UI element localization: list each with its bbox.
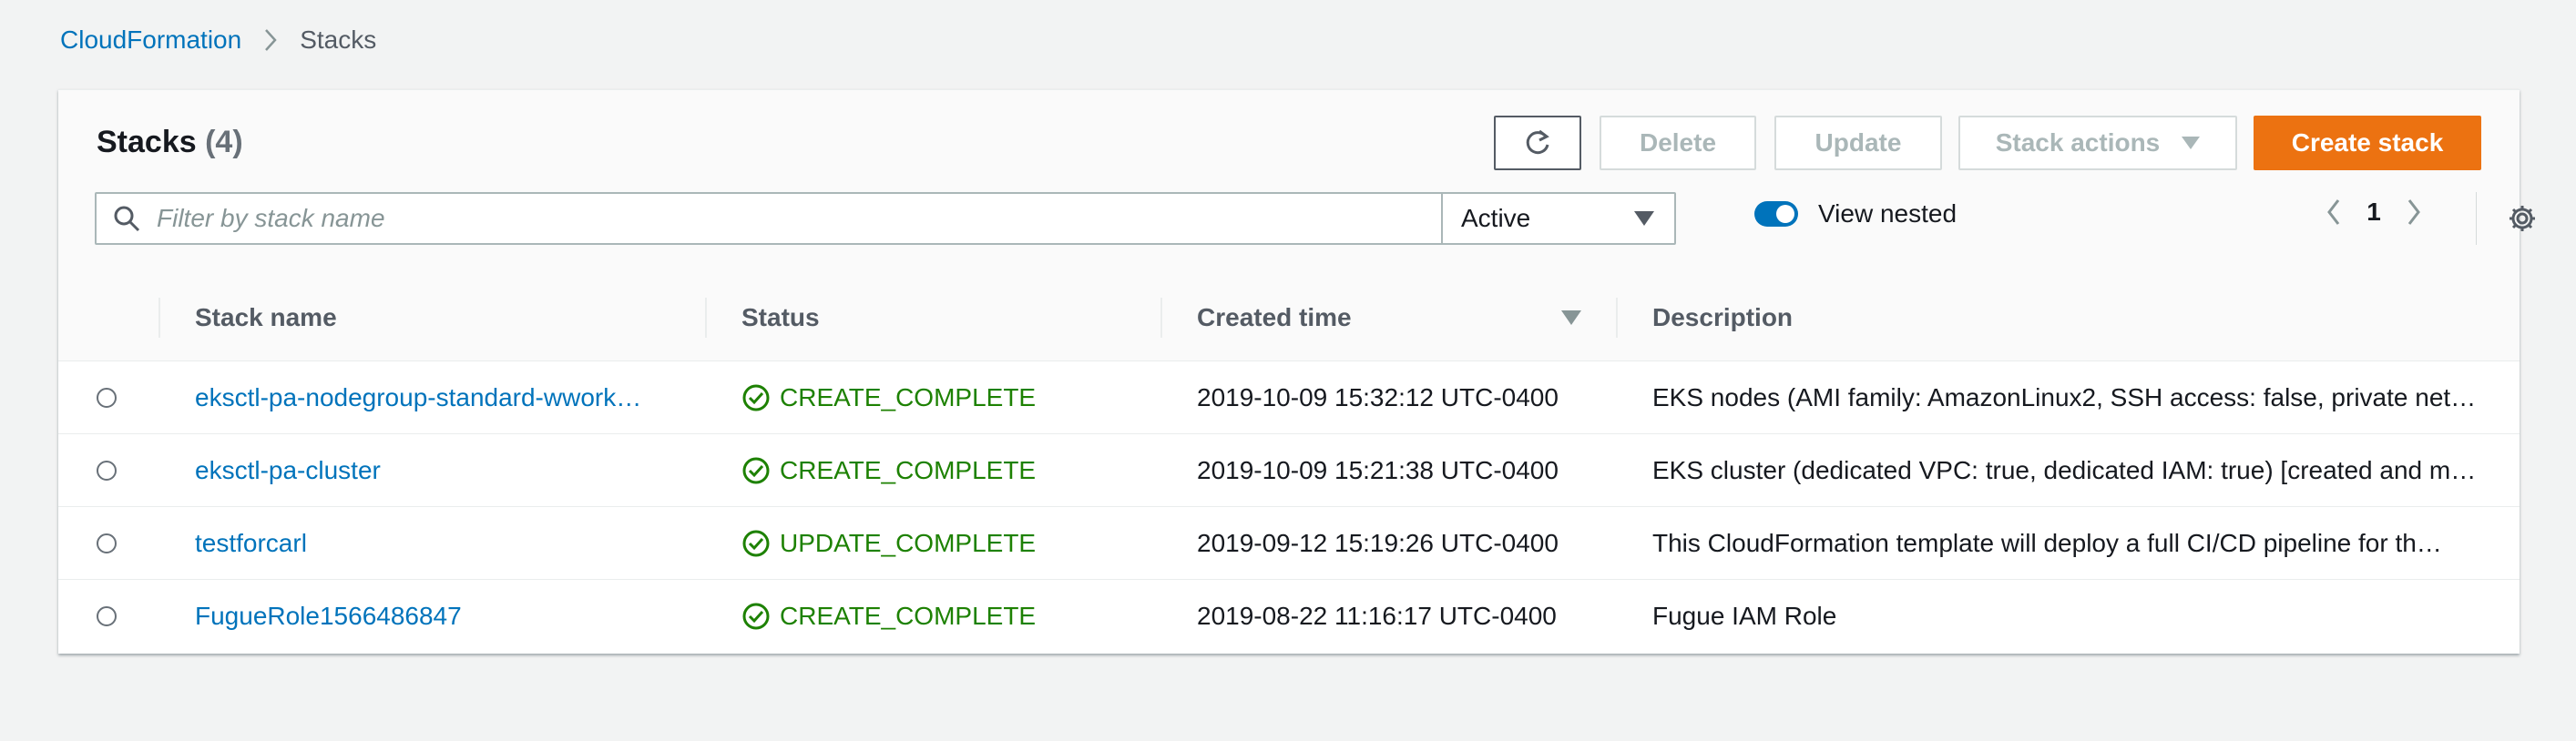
status-cell: UPDATE_COMPLETE xyxy=(741,507,1036,580)
stack-actions-button[interactable]: Stack actions xyxy=(1958,116,2237,170)
chevron-right-icon xyxy=(263,28,278,52)
search-field[interactable] xyxy=(95,192,1459,245)
radio-button[interactable] xyxy=(97,461,117,481)
update-button[interactable]: Update xyxy=(1774,116,1942,170)
stack-name-link[interactable]: eksctl-pa-nodegroup-standard-wwork… xyxy=(195,383,641,412)
status-filter-value: Active xyxy=(1461,204,1531,232)
pagination: 1 xyxy=(2314,198,2434,227)
check-circle-icon xyxy=(741,529,771,558)
breadcrumb-cloudformation-link[interactable]: CloudFormation xyxy=(60,25,241,55)
status-text: UPDATE_COMPLETE xyxy=(780,529,1037,557)
description-text: EKS nodes (AMI family: AmazonLinux2, SSH… xyxy=(1652,383,2477,411)
column-header-status[interactable]: Status xyxy=(741,274,820,361)
row-radio[interactable] xyxy=(97,580,117,653)
search-icon xyxy=(113,205,140,232)
chevron-left-icon[interactable] xyxy=(2314,198,2354,226)
column-header-stack-name[interactable]: Stack name xyxy=(195,274,337,361)
check-circle-icon xyxy=(741,456,771,485)
caret-down-icon xyxy=(1634,211,1654,226)
caret-down-icon xyxy=(2182,137,2201,149)
row-radio[interactable] xyxy=(97,434,117,507)
status-cell: CREATE_COMPLETE xyxy=(741,434,1036,507)
title-text: Stacks xyxy=(97,125,197,159)
description-text: EKS cluster (dedicated VPC: true, dedica… xyxy=(1652,456,2477,484)
table-header: Stack name Status Created time Descripti… xyxy=(58,274,2520,361)
breadcrumb: CloudFormation Stacks xyxy=(60,25,376,55)
radio-button[interactable] xyxy=(97,533,117,553)
page-number[interactable]: 1 xyxy=(2354,198,2394,227)
created-time: 2019-09-12 15:19:26 UTC-0400 xyxy=(1197,529,1559,557)
status-text: CREATE_COMPLETE xyxy=(780,602,1037,630)
created-time: 2019-10-09 15:21:38 UTC-0400 xyxy=(1197,456,1559,484)
row-radio[interactable] xyxy=(97,361,117,434)
create-stack-button[interactable]: Create stack xyxy=(2254,116,2481,170)
description-text: Fugue IAM Role xyxy=(1652,602,1837,630)
stack-name-link[interactable]: FugueRole1566486847 xyxy=(195,602,462,631)
status-cell: CREATE_COMPLETE xyxy=(741,580,1036,653)
delete-button[interactable]: Delete xyxy=(1600,116,1756,170)
breadcrumb-current: Stacks xyxy=(300,25,377,54)
column-divider xyxy=(158,298,160,338)
stack-actions-label: Stack actions xyxy=(1995,128,2161,157)
stacks-panel: Stacks (4) Delete Update Stack actions C… xyxy=(58,89,2535,654)
status-filter-select[interactable]: Active xyxy=(1441,192,1676,245)
table-row[interactable]: eksctl-pa-cluster CREATE_COMPLETE 2019-1… xyxy=(58,434,2520,507)
radio-button[interactable] xyxy=(97,388,117,408)
view-nested-label: View nested xyxy=(1818,199,1958,228)
refresh-button[interactable] xyxy=(1494,116,1581,170)
check-circle-icon xyxy=(741,602,771,631)
created-time: 2019-10-09 15:32:12 UTC-0400 xyxy=(1197,383,1559,411)
column-header-created-time[interactable]: Created time xyxy=(1197,274,1352,361)
check-circle-icon xyxy=(741,383,771,412)
view-nested-control: View nested xyxy=(1754,199,1957,228)
description-text: This CloudFormation template will deploy… xyxy=(1652,529,2442,557)
toggle-knob xyxy=(1776,205,1794,223)
created-time: 2019-08-22 11:16:17 UTC-0400 xyxy=(1197,602,1557,630)
search-input[interactable] xyxy=(155,203,1416,234)
status-text: CREATE_COMPLETE xyxy=(780,456,1037,484)
column-header-description[interactable]: Description xyxy=(1652,274,1793,361)
panel-header: Stacks (4) Delete Update Stack actions C… xyxy=(58,90,2535,275)
view-nested-toggle[interactable] xyxy=(1754,201,1798,227)
column-divider xyxy=(1160,298,1162,338)
radio-button[interactable] xyxy=(97,606,117,626)
chevron-right-icon[interactable] xyxy=(2394,198,2434,226)
status-text: CREATE_COMPLETE xyxy=(780,383,1037,411)
sort-desc-icon[interactable] xyxy=(1561,274,1581,361)
stack-name-link[interactable]: eksctl-pa-cluster xyxy=(195,456,381,485)
column-divider xyxy=(1616,298,1618,338)
table-row[interactable]: eksctl-pa-nodegroup-standard-wwork… CREA… xyxy=(58,361,2520,434)
gear-icon[interactable] xyxy=(2507,203,2538,239)
table-row[interactable]: testforcarl UPDATE_COMPLETE 2019-09-12 1… xyxy=(58,507,2520,580)
stack-count: (4) xyxy=(205,125,243,159)
refresh-icon xyxy=(1522,127,1553,158)
status-cell: CREATE_COMPLETE xyxy=(741,361,1036,434)
page-title: Stacks (4) xyxy=(97,125,243,160)
pager-divider xyxy=(2476,192,2477,245)
column-divider xyxy=(705,298,707,338)
row-radio[interactable] xyxy=(97,507,117,580)
table-row[interactable]: FugueRole1566486847 CREATE_COMPLETE 2019… xyxy=(58,580,2520,653)
stack-name-link[interactable]: testforcarl xyxy=(195,529,307,558)
